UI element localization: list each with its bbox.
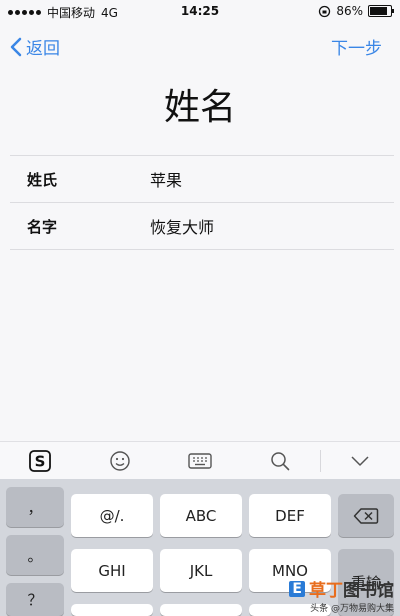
key-tuv[interactable] <box>160 604 242 616</box>
watermark: E 草丁图书馆 头条 @万物易购大集 <box>289 576 394 614</box>
next-button[interactable]: 下一步 <box>331 34 382 59</box>
watermark-logo: E 草丁图书馆 <box>289 576 394 601</box>
keyboard: ， 。 ？ @/. ABC DEF GHI JKL MNO 重输 E 草丁图书馆… <box>0 479 400 616</box>
sogou-button[interactable]: S <box>0 442 80 480</box>
key-ghi[interactable]: GHI <box>71 549 153 592</box>
keyboard-switch-button[interactable] <box>160 442 240 480</box>
status-bar: 中国移动 4G 14:25 86% <box>0 0 400 22</box>
battery-percent: 86% <box>336 4 363 18</box>
watermark-sub: 头条 @万物易购大集 <box>310 604 394 614</box>
collapse-keyboard-button[interactable] <box>320 442 400 480</box>
sogou-letter: S <box>35 453 46 471</box>
status-right: 86% <box>318 4 394 18</box>
battery-icon <box>368 5 394 17</box>
search-icon <box>271 452 290 471</box>
key-symbols[interactable]: @/. <box>71 494 153 537</box>
page-title: 姓名 <box>163 87 236 128</box>
last-name-field[interactable]: 苹果 <box>150 167 182 191</box>
nav-bar: 返回 下一步 <box>0 28 400 64</box>
battery-fill <box>370 7 388 15</box>
watermark-name-a: 草丁 <box>309 581 343 601</box>
emoji-button[interactable] <box>80 442 160 480</box>
sogou-logo-icon: S <box>29 450 51 472</box>
chevron-left-icon <box>10 37 22 56</box>
key-pqrs[interactable] <box>71 604 153 616</box>
search-button[interactable] <box>240 442 320 480</box>
form-row-first-name[interactable]: 名字 恢复大师 <box>10 203 394 250</box>
keyboard-icon <box>188 453 212 469</box>
collapse-icon <box>351 456 369 466</box>
back-label: 返回 <box>26 39 60 59</box>
first-name-label: 名字 <box>27 217 58 236</box>
rotation-lock-icon <box>319 5 331 17</box>
last-name-label: 姓氏 <box>27 170 58 189</box>
key-abc[interactable]: ABC <box>160 494 242 537</box>
first-name-field[interactable]: 恢复大师 <box>150 214 214 238</box>
key-question[interactable]: ？ <box>6 583 64 616</box>
keyboard-toolbar: S <box>0 441 400 480</box>
name-form: 姓氏 苹果 名字 恢复大师 <box>10 155 394 250</box>
watermark-name-b: 图书馆 <box>343 581 394 601</box>
back-button[interactable]: 返回 <box>10 34 60 59</box>
watermark-name: 草丁图书馆 <box>309 576 394 601</box>
delete-key[interactable] <box>338 494 394 537</box>
key-period[interactable]: 。 <box>6 535 64 575</box>
form-row-last-name[interactable]: 姓氏 苹果 <box>10 156 394 203</box>
backspace-icon <box>353 507 379 524</box>
key-def[interactable]: DEF <box>249 494 331 537</box>
emoji-icon <box>110 451 130 471</box>
watermark-letter: E <box>289 580 305 597</box>
key-comma[interactable]: ， <box>6 487 64 527</box>
key-jkl[interactable]: JKL <box>160 549 242 592</box>
